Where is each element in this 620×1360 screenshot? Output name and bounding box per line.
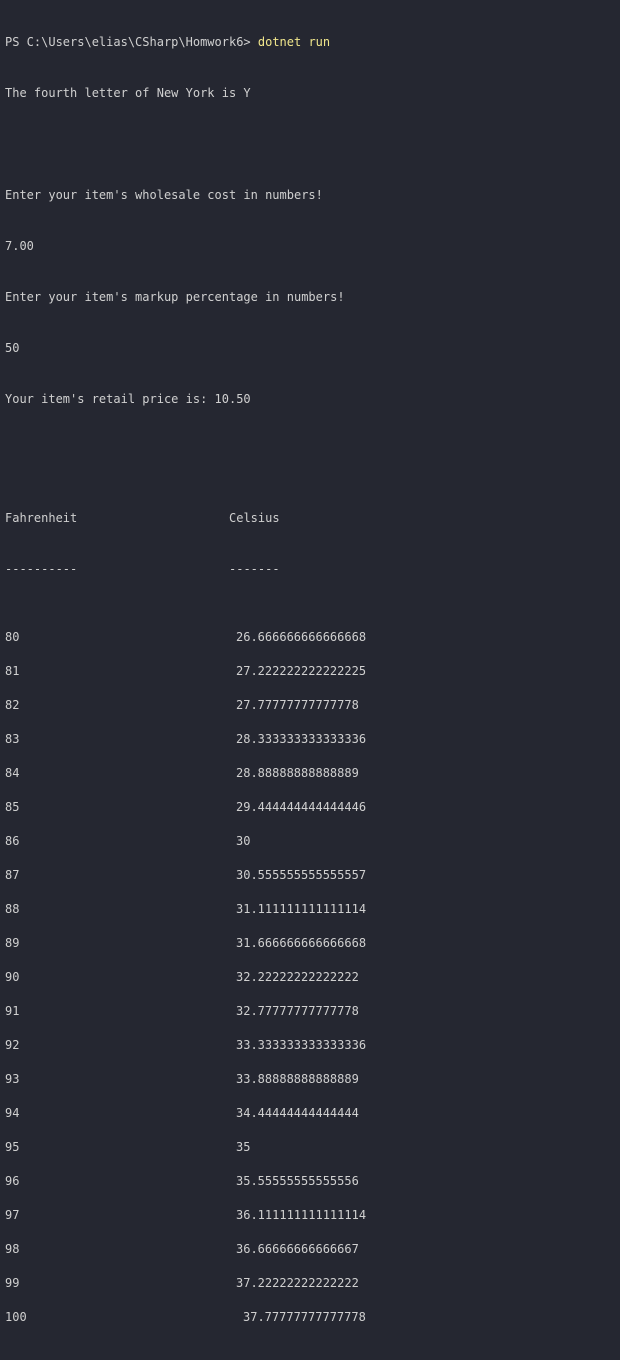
celsius-value: 32.22222222222222	[236, 970, 359, 984]
fahrenheit-value: 80	[5, 630, 20, 644]
fahrenheit-value: 95	[5, 1140, 20, 1154]
fahrenheit-value: 91	[5, 1004, 20, 1018]
fahrenheit-value: 85	[5, 800, 20, 814]
table-row: 84 28.88888888888889	[5, 765, 615, 799]
fahrenheit-value: 83	[5, 732, 20, 746]
fahrenheit-value: 82	[5, 698, 20, 712]
separator-celsius: -------	[229, 562, 280, 576]
markup-value: 50	[5, 341, 20, 355]
table-separator: ---------- -------	[5, 561, 615, 578]
celsius-value: 35.55555555555556	[236, 1174, 359, 1188]
table-row: 97 36.111111111111114	[5, 1207, 615, 1241]
celsius-value: 36.66666666666667	[236, 1242, 359, 1256]
celsius-value: 31.111111111111114	[236, 902, 367, 916]
fahrenheit-value: 88	[5, 902, 20, 916]
fahrenheit-value: 87	[5, 868, 20, 882]
fahrenheit-value: 92	[5, 1038, 20, 1052]
table-row: 95 35	[5, 1139, 615, 1173]
celsius-value: 30.555555555555557	[236, 868, 367, 882]
table-row: 96 35.55555555555556	[5, 1173, 615, 1207]
celsius-value: 31.666666666666668	[236, 936, 367, 950]
celsius-value: 30	[236, 834, 251, 848]
table-row: 92 33.333333333333336	[5, 1037, 615, 1071]
table-row: 89 31.666666666666668	[5, 935, 615, 969]
celsius-value: 26.666666666666668	[236, 630, 367, 644]
table-row: 91 32.77777777777778	[5, 1003, 615, 1037]
fahrenheit-value: 100	[5, 1310, 27, 1324]
wholesale-prompt: Enter your item's wholesale cost in numb…	[5, 188, 323, 202]
header-celsius: Celsius	[229, 511, 280, 525]
table-row: 80 26.666666666666668	[5, 629, 615, 663]
table-row: 94 34.44444444444444	[5, 1105, 615, 1139]
table-row: 86 30	[5, 833, 615, 867]
fahrenheit-value: 93	[5, 1072, 20, 1086]
table-row: 93 33.88888888888889	[5, 1071, 615, 1105]
celsius-value: 36.111111111111114	[236, 1208, 367, 1222]
table-row: 88 31.111111111111114	[5, 901, 615, 935]
table-row: 90 32.22222222222222	[5, 969, 615, 1003]
letter-line: The fourth letter of New York is Y	[5, 86, 251, 100]
table-header: Fahrenheit Celsius	[5, 510, 615, 527]
prompt-line: PS C:\Users\elias\CSharp\Homwork6> dotne…	[5, 34, 615, 51]
fahrenheit-value: 86	[5, 834, 20, 848]
celsius-value: 29.444444444444446	[236, 800, 367, 814]
celsius-value: 28.88888888888889	[236, 766, 359, 780]
celsius-value: 27.77777777777778	[236, 698, 359, 712]
prompt-command: dotnet run	[257, 35, 331, 49]
table-row: 82 27.77777777777778	[5, 697, 615, 731]
separator-fahrenheit: ----------	[5, 562, 78, 576]
fahrenheit-value: 96	[5, 1174, 20, 1188]
celsius-value: 33.333333333333336	[236, 1038, 367, 1052]
celsius-value: 37.22222222222222	[236, 1276, 359, 1290]
table-row: 87 30.555555555555557	[5, 867, 615, 901]
prompt-path: PS C:\Users\elias\CSharp\Homwork6>	[5, 35, 258, 49]
header-fahrenheit: Fahrenheit	[5, 511, 78, 525]
fahrenheit-value: 97	[5, 1208, 20, 1222]
retail-line: Your item's retail price is: 10.50	[5, 392, 251, 406]
table-row: 83 28.333333333333336	[5, 731, 615, 765]
fahrenheit-value: 89	[5, 936, 20, 950]
fahrenheit-value: 99	[5, 1276, 20, 1290]
celsius-value: 37.77777777777778	[243, 1310, 366, 1324]
fahrenheit-value: 84	[5, 766, 20, 780]
fahrenheit-value: 98	[5, 1242, 20, 1256]
celsius-value: 33.88888888888889	[236, 1072, 359, 1086]
table-row: 81 27.222222222222225	[5, 663, 615, 697]
markup-prompt: Enter your item's markup percentage in n…	[5, 290, 345, 304]
celsius-value: 32.77777777777778	[236, 1004, 359, 1018]
fahrenheit-value: 94	[5, 1106, 20, 1120]
celsius-value: 28.333333333333336	[236, 732, 367, 746]
table-row: 100 37.77777777777778	[5, 1309, 615, 1343]
fahrenheit-value: 81	[5, 664, 20, 678]
table-row: 85 29.444444444444446	[5, 799, 615, 833]
fahrenheit-value: 90	[5, 970, 20, 984]
celsius-value: 34.44444444444444	[236, 1106, 359, 1120]
table-row: 98 36.66666666666667	[5, 1241, 615, 1275]
celsius-value: 35	[236, 1140, 251, 1154]
conversion-table: 80 26.666666666666668 81 27.222222222222225…	[5, 629, 615, 1343]
wholesale-value: 7.00	[5, 239, 34, 253]
table-row: 99 37.22222222222222	[5, 1275, 615, 1309]
terminal-output[interactable]: PS C:\Users\elias\CSharp\Homwork6> dotne…	[5, 0, 615, 1360]
celsius-value: 27.222222222222225	[236, 664, 367, 678]
